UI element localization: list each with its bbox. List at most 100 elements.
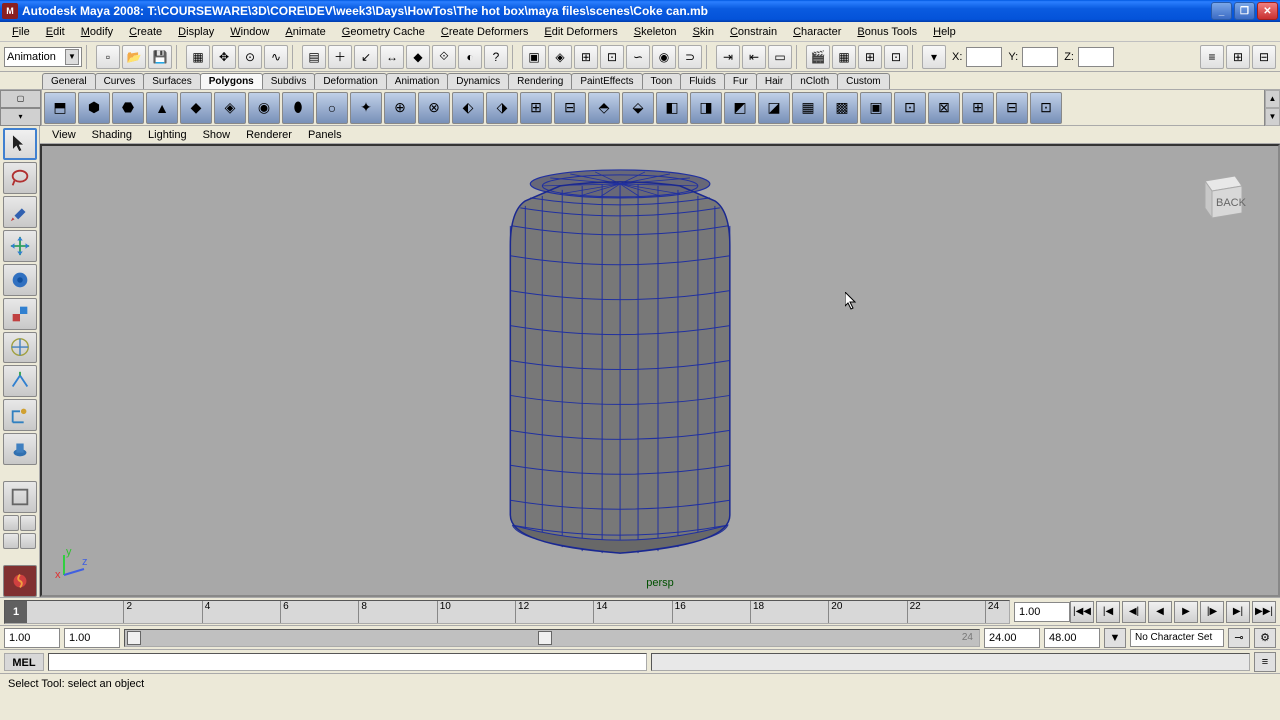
shelf-icon-19[interactable]: ◨ [690,92,722,124]
step-back-frame-button[interactable]: |◀ [1096,601,1120,623]
two-view-button[interactable] [20,515,36,531]
panel-menu-renderer[interactable]: Renderer [238,128,300,142]
shelf-icon-6[interactable]: ◉ [248,92,280,124]
shelf-tab-animation[interactable]: Animation [386,73,448,89]
range-dropdown-button[interactable]: ▼ [1104,628,1126,648]
play-forward-button[interactable]: ▶ [1174,601,1198,623]
shelf-icon-7[interactable]: ⬮ [282,92,314,124]
soft-mod-tool[interactable] [3,365,37,397]
prefs-button[interactable]: ⚙ [1254,628,1276,648]
three-side-button[interactable] [20,533,36,549]
panel-menu-lighting[interactable]: Lighting [140,128,195,142]
shelf-tab-ncloth[interactable]: nCloth [791,73,838,89]
render-button[interactable]: ▣ [522,45,546,69]
render-settings-button[interactable]: ⊞ [574,45,598,69]
step-back-key-button[interactable]: ◀| [1122,601,1146,623]
select-joint-button[interactable]: ⊙ [238,45,262,69]
snap-live-button[interactable]: ◆ [406,45,430,69]
select-mask-button[interactable]: ▦ [186,45,210,69]
current-frame-marker[interactable]: 1 [5,601,27,623]
snap-grid-button[interactable]: ▤ [302,45,326,69]
play-back-button[interactable]: ◀ [1148,601,1172,623]
new-scene-button[interactable]: ▫ [96,45,120,69]
three-top-button[interactable] [3,533,19,549]
menu-create-deformers[interactable]: Create Deformers [433,24,536,40]
shelf-icon-20[interactable]: ◩ [724,92,756,124]
menu-skeleton[interactable]: Skeleton [626,24,685,40]
shelf-tab-hair[interactable]: Hair [756,73,792,89]
shelf-icon-15[interactable]: ⊟ [554,92,586,124]
lasso-tool[interactable] [3,162,37,194]
menu-edit-deformers[interactable]: Edit Deformers [536,24,625,40]
snap-point-button[interactable]: ↙ [354,45,378,69]
shelf-scroll[interactable]: ▲▼ [1264,90,1280,126]
shelf-icon-13[interactable]: ⬗ [486,92,518,124]
normals-button[interactable]: ◐ [458,45,482,69]
toggle-construction-button[interactable]: ▭ [768,45,792,69]
shelf-icon-12[interactable]: ⬖ [452,92,484,124]
shelf-tab-curves[interactable]: Curves [95,73,145,89]
panel-menu-view[interactable]: View [44,128,84,142]
save-scene-button[interactable]: 💾 [148,45,172,69]
script-editor-button[interactable]: ≡ [1254,652,1276,672]
menu-animate[interactable]: Animate [277,24,333,40]
four-view-button[interactable] [3,515,19,531]
shelf-icon-3[interactable]: ▲ [146,92,178,124]
shelf-icon-25[interactable]: ⊡ [894,92,926,124]
command-input[interactable] [48,653,647,671]
layout-3-button[interactable]: ⊟ [1252,45,1276,69]
ipr-button[interactable]: ◈ [548,45,572,69]
shelf-icon-29[interactable]: ⊡ [1030,92,1062,124]
menu-modify[interactable]: Modify [73,24,121,40]
fast-forward-button[interactable]: ▶▶| [1252,601,1276,623]
minimize-button[interactable]: _ [1211,2,1232,20]
shelf-icon-24[interactable]: ▣ [860,92,892,124]
shelf-icon-9[interactable]: ✦ [350,92,382,124]
shelf-icon-26[interactable]: ⊠ [928,92,960,124]
script-language-label[interactable]: MEL [4,653,44,671]
reel-button[interactable]: ⊞ [858,45,882,69]
shelf-icon-10[interactable]: ⊕ [384,92,416,124]
last-tool[interactable] [3,433,37,465]
shelf-icon-23[interactable]: ▩ [826,92,858,124]
menu-skin[interactable]: Skin [685,24,722,40]
selection-type-button[interactable]: ▾ [922,45,946,69]
range-start-field[interactable]: 1.00 [4,628,60,648]
shelf-tab-rendering[interactable]: Rendering [508,73,572,89]
scale-tool[interactable] [3,298,37,330]
shelf-icon-2[interactable]: ⬣ [112,92,144,124]
shelf-tab-fluids[interactable]: Fluids [680,73,725,89]
shelf-tab-subdivs[interactable]: Subdivs [262,73,316,89]
current-frame-field[interactable]: 1.00 [1014,602,1070,622]
shelf-icon-21[interactable]: ◪ [758,92,790,124]
shelf-tab-deformation[interactable]: Deformation [314,73,386,89]
shelf-tab-custom[interactable]: Custom [837,73,889,89]
single-view-button[interactable] [3,481,37,513]
menu-window[interactable]: Window [222,24,277,40]
open-scene-button[interactable]: 📂 [122,45,146,69]
menu-character[interactable]: Character [785,24,849,40]
snap-plane-button[interactable]: ↔ [380,45,404,69]
show-manip-tool[interactable] [3,399,37,431]
menu-geometry-cache[interactable]: Geometry Cache [334,24,433,40]
history-button[interactable]: ⟐ [432,45,456,69]
y-input[interactable] [1022,47,1058,67]
range-inner-start-field[interactable]: 1.00 [64,628,120,648]
select-handle-button[interactable]: ✥ [212,45,236,69]
layout-1-button[interactable]: ≡ [1200,45,1224,69]
layout-2-button[interactable]: ⊞ [1226,45,1250,69]
shelf-icon-18[interactable]: ◧ [656,92,688,124]
render-layer-button[interactable]: ∽ [626,45,650,69]
shelf-tab-polygons[interactable]: Polygons [200,73,263,89]
shelf-icon-14[interactable]: ⊞ [520,92,552,124]
shelf-icon-22[interactable]: ▦ [792,92,824,124]
x-input[interactable] [966,47,1002,67]
step-forward-frame-button[interactable]: ▶| [1226,601,1250,623]
move-tool[interactable] [3,230,37,262]
shelf-menu-toggle[interactable]: ▢ ▾ [0,90,42,126]
menu-display[interactable]: Display [170,24,222,40]
character-set-dropdown[interactable]: No Character Set [1130,629,1224,647]
shelf-icon-27[interactable]: ⊞ [962,92,994,124]
panel-menu-show[interactable]: Show [195,128,239,142]
shelf-icon-28[interactable]: ⊟ [996,92,1028,124]
